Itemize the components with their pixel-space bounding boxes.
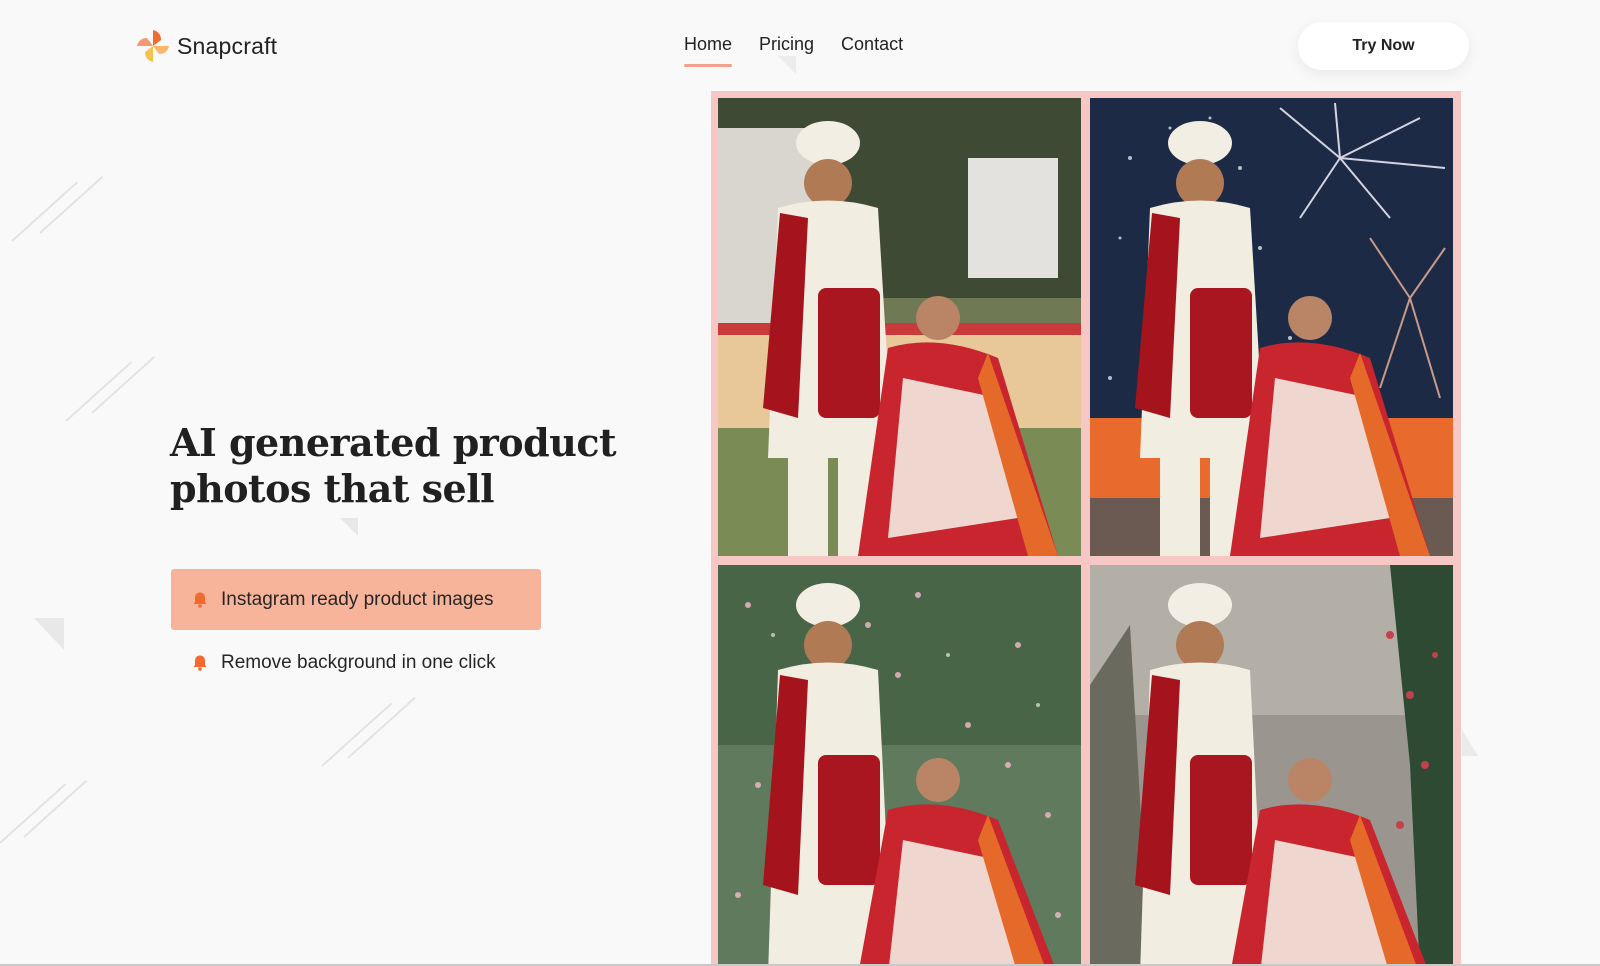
wedding-couple-petals-image [718, 565, 1081, 966]
feature-remove-background[interactable]: Remove background in one click [171, 648, 496, 678]
main-nav: Home Pricing Contact [684, 34, 903, 67]
headline-line-2: photos that sell [170, 466, 495, 511]
gallery-photo-forest[interactable] [1090, 565, 1453, 966]
photo-gallery [711, 91, 1461, 966]
gallery-photo-fireworks[interactable] [1090, 98, 1453, 556]
nav-home[interactable]: Home [684, 34, 733, 67]
bell-icon [193, 592, 207, 608]
nav-pricing[interactable]: Pricing [759, 34, 814, 67]
site-header: Snapcraft Home Pricing Contact Try Now [0, 0, 1600, 92]
wedding-couple-fireworks-image [1090, 98, 1453, 556]
brand-name: Snapcraft [177, 32, 278, 59]
gallery-photo-garden[interactable] [718, 98, 1081, 556]
nav-contact[interactable]: Contact [841, 34, 903, 67]
pinwheel-logo-icon [137, 30, 169, 62]
try-now-button[interactable]: Try Now [1298, 22, 1469, 70]
hero-headline: AI generated product photos that sell [170, 420, 640, 512]
brand-logo[interactable]: Snapcraft [133, 26, 277, 66]
bell-icon [193, 655, 207, 671]
feature-label: Instagram ready product images [221, 588, 494, 610]
wedding-couple-garden-image [718, 98, 1081, 556]
feature-label: Remove background in one click [221, 652, 496, 673]
wedding-couple-forest-image [1090, 565, 1453, 966]
gallery-photo-petals[interactable] [718, 565, 1081, 966]
headline-line-1: AI generated product [170, 420, 617, 465]
feature-instagram-ready[interactable]: Instagram ready product images [171, 569, 541, 630]
